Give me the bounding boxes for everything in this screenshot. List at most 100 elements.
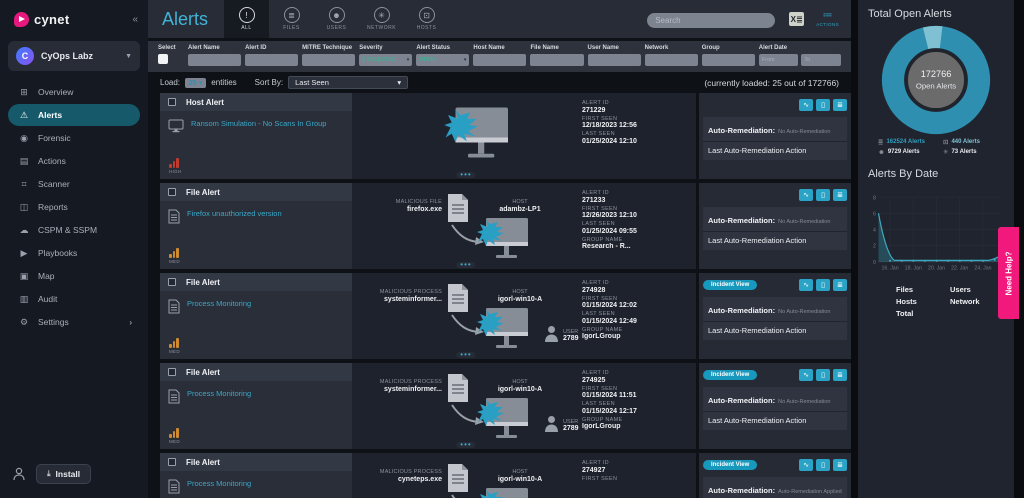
sidebar-item-label: Forensic — [38, 133, 71, 143]
expand-row-button[interactable]: ••• — [456, 441, 476, 449]
alert-id-label: ALERT ID — [582, 460, 609, 466]
filter-input[interactable] — [302, 54, 356, 66]
alert-kind-icon — [168, 209, 180, 224]
alert-graph-area: MALICIOUS PROCESS systeminformer... HOST… — [352, 273, 580, 359]
date-from-input[interactable]: From — [758, 54, 799, 66]
load-count-select[interactable]: 25 ▾ — [185, 77, 207, 88]
sidebar-item-reports[interactable]: ◫ Reports › — [8, 196, 140, 218]
row-checkbox[interactable] — [168, 278, 176, 286]
install-label: Install — [55, 469, 81, 479]
profile-icon[interactable] — [12, 467, 26, 481]
sidebar-item-overview[interactable]: ⊞ Overview › — [8, 81, 140, 103]
legend-text: 440 Alerts — [951, 139, 980, 145]
sidebar-item-cspm-sspm[interactable]: ☁ CSPM & SSPM › — [8, 219, 140, 241]
sidebar-item-scanner[interactable]: ⌗ Scanner › — [8, 173, 140, 195]
filter-host-name: Host Name — [473, 45, 527, 66]
alert-title-link[interactable]: Firefox unauthorized version — [187, 209, 282, 224]
incident-view-button[interactable]: Incident View — [703, 279, 758, 290]
brand-name: cynet — [34, 12, 70, 27]
incident-view-button[interactable]: Incident View — [703, 459, 758, 470]
row-checkbox[interactable] — [168, 458, 176, 466]
alert-id-value: 271233 — [582, 196, 606, 204]
group-name-label: GROUP NAME — [582, 236, 623, 243]
device-icon[interactable]: ▯ — [816, 368, 830, 381]
chevron-right-icon: › — [129, 317, 132, 327]
alert-type-label: Host Alert — [186, 97, 224, 107]
select-all-checkbox[interactable] — [158, 54, 168, 64]
activity-graph-icon[interactable]: ∿ — [799, 98, 813, 111]
need-help-tab[interactable]: Need Help? — [998, 227, 1019, 319]
filter-input[interactable] — [587, 54, 641, 66]
row-checkbox[interactable] — [168, 188, 176, 196]
malicious-entity-label: MALICIOUS FILE — [395, 199, 442, 205]
filter-select[interactable]: 2 SELECTED ▾ — [359, 54, 413, 66]
export-excel-icon[interactable]: X≣ — [789, 12, 805, 26]
alert-title-link[interactable]: Ransom Simulation - No Scans In Group — [191, 119, 326, 133]
filter-select[interactable]: OPEN ▾ — [416, 54, 470, 66]
tenant-selector[interactable]: C CyOps Labz ▼ — [8, 41, 140, 71]
activity-graph-icon[interactable]: ∿ — [799, 278, 813, 291]
report-list-icon[interactable]: ≣ — [833, 188, 847, 201]
auto-remediation-value: No Auto-Remediation — [778, 219, 831, 225]
collapse-sidebar-button[interactable]: « — [132, 14, 138, 25]
sort-by-select[interactable]: Last Seen ▾ — [288, 76, 409, 89]
alert-title-link[interactable]: Process Monitoring — [187, 479, 251, 494]
search-input[interactable] — [647, 13, 776, 28]
tab-hosts[interactable]: ⊡ HOSTS — [404, 0, 449, 38]
filter-input[interactable] — [188, 54, 242, 66]
report-list-icon[interactable]: ≣ — [833, 278, 847, 291]
row-checkbox[interactable] — [168, 368, 176, 376]
alert-row: File Alert Process Monitoring MED MALICI… — [160, 363, 851, 449]
activity-graph-icon[interactable]: ∿ — [799, 188, 813, 201]
tab-files[interactable]: ≣ FILES — [269, 0, 314, 38]
alert-icon: ⚠ — [19, 109, 29, 120]
activity-graph-icon[interactable]: ∿ — [799, 368, 813, 381]
filter-input[interactable] — [473, 54, 527, 66]
device-icon[interactable]: ▯ — [816, 458, 830, 471]
sidebar-item-settings[interactable]: ⚙ Settings › — [8, 311, 140, 333]
alert-graph-area: MALICIOUS PROCESS cyneteps.exe HOST igor… — [352, 453, 580, 498]
filter-group: Group — [701, 45, 755, 66]
sidebar-item-map[interactable]: ▣ Map › — [8, 265, 140, 287]
actions-button[interactable]: ≔ ACTIONS — [816, 11, 839, 28]
sidebar-item-audit[interactable]: ▥ Audit › — [8, 288, 140, 310]
device-icon[interactable]: ▯ — [816, 278, 830, 291]
incident-view-button[interactable]: Incident View — [703, 369, 758, 380]
first-seen-value: 01/15/2024 12:02 — [582, 302, 637, 309]
filter-input[interactable] — [530, 54, 584, 66]
filter-bar: Select Alert Name Alert ID MITRE Technique S… — [148, 41, 851, 72]
host-label: HOST — [512, 289, 528, 295]
severity-indicator: MED — [169, 338, 180, 354]
actions-label: ACTIONS — [816, 22, 839, 27]
filter-input[interactable] — [701, 54, 755, 66]
report-list-icon[interactable]: ≣ — [833, 458, 847, 471]
sidebar-item-alerts[interactable]: ⚠ Alerts › — [8, 104, 140, 126]
sidebar-item-playbooks[interactable]: ▶ Playbooks › — [8, 242, 140, 264]
install-button[interactable]: ⤓ Install — [36, 464, 92, 484]
expand-row-button[interactable]: ••• — [456, 351, 476, 359]
alert-title-link[interactable]: Process Monitoring — [187, 299, 251, 314]
report-list-icon[interactable]: ≣ — [833, 368, 847, 381]
filter-input[interactable] — [245, 54, 299, 66]
donut-center-value: 172766 — [921, 69, 952, 79]
tab-network[interactable]: ✳ NETWORK — [359, 0, 404, 38]
device-icon[interactable]: ▯ — [816, 98, 830, 111]
sidebar-item-forensic[interactable]: ◉ Forensic › — [8, 127, 140, 149]
date-to-input[interactable]: To — [801, 54, 842, 66]
donut-legend: ≣ 162524 Alerts ⊡ 440 Alerts ☻ 9729 Aler… — [878, 138, 1004, 156]
tab-users[interactable]: ☻ USERS — [314, 0, 359, 38]
expand-row-button[interactable]: ••• — [456, 171, 476, 179]
device-icon[interactable]: ▯ — [816, 188, 830, 201]
expand-row-button[interactable]: ••• — [456, 261, 476, 269]
filter-input[interactable] — [644, 54, 698, 66]
sidebar-item-actions[interactable]: ▤ Actions › — [8, 150, 140, 172]
group-name-value: IgorLGroup — [582, 423, 621, 430]
alert-title-link[interactable]: Process Monitoring — [187, 389, 251, 404]
activity-graph-icon[interactable]: ∿ — [799, 458, 813, 471]
tab-all[interactable]: ! ALL — [224, 0, 269, 38]
pie-legend-item: ☻ 9729 Alerts — [878, 148, 939, 156]
host-name: igorl-win10-A — [497, 386, 543, 393]
cloud-icon: ☁ — [19, 224, 29, 235]
row-checkbox[interactable] — [168, 98, 176, 106]
report-list-icon[interactable]: ≣ — [833, 98, 847, 111]
